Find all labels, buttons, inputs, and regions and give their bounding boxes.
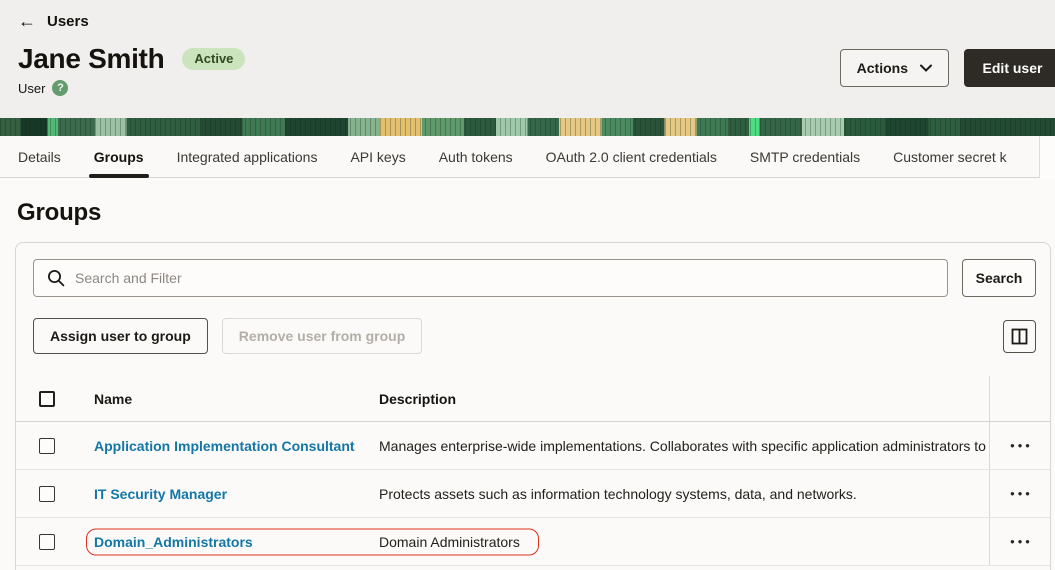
- column-header-actions: [989, 376, 1050, 421]
- help-icon[interactable]: ?: [52, 80, 68, 96]
- edit-user-button[interactable]: Edit user: [964, 49, 1055, 87]
- decorative-banner: [0, 118, 1055, 136]
- row-checkbox-cell: [16, 438, 94, 454]
- row-menu-icon[interactable]: •••: [1007, 439, 1033, 452]
- tab-smtp-credentials[interactable]: SMTP credentials: [750, 138, 860, 176]
- row-checkbox-cell: [16, 486, 94, 502]
- manage-columns-button[interactable]: [1003, 320, 1036, 353]
- tab-oauth-2-0-client-credentials[interactable]: OAuth 2.0 client credentials: [546, 138, 717, 176]
- back-arrow-icon: ←: [18, 12, 36, 30]
- tab-list: Details Groups Integrated applications API …: [18, 138, 1007, 176]
- tab-auth-tokens[interactable]: Auth tokens: [439, 138, 513, 176]
- group-name-cell: IT Security Manager: [94, 486, 379, 502]
- row-checkbox[interactable]: [39, 438, 55, 454]
- row-actions-cell: •••: [989, 470, 1050, 517]
- row-menu-icon[interactable]: •••: [1007, 487, 1033, 500]
- assign-user-to-group-button[interactable]: Assign user to group: [33, 318, 208, 354]
- user-type-label: User: [18, 81, 45, 96]
- user-detail-page: ← Users Jane Smith Active User ? Actions…: [0, 0, 1055, 570]
- group-description-cell: Protects assets such as information tech…: [379, 486, 989, 502]
- section-title: Groups: [17, 199, 1055, 227]
- row-actions-cell: •••: [989, 422, 1050, 469]
- row-menu-icon[interactable]: •••: [1007, 535, 1033, 548]
- column-header-description: Description: [379, 391, 989, 407]
- groups-table: Name Description Application Implementat…: [16, 376, 1050, 566]
- group-name-link[interactable]: IT Security Manager: [94, 486, 227, 502]
- group-description-cell: Manages enterprise-wide implementations.…: [379, 438, 989, 454]
- group-name-cell: Domain_Administrators: [94, 534, 379, 550]
- tab-api-keys[interactable]: API keys: [350, 138, 405, 176]
- table-row: IT Security Manager Protects assets such …: [16, 470, 1050, 518]
- tab-customer-secret-k[interactable]: Customer secret k: [893, 138, 1007, 176]
- search-row: Search: [16, 243, 1050, 297]
- group-description-cell: Domain Administrators: [379, 534, 989, 550]
- breadcrumb-back-users[interactable]: ← Users: [18, 12, 89, 30]
- tab-details[interactable]: Details: [18, 138, 61, 176]
- tab-bar: Details Groups Integrated applications API …: [0, 136, 1055, 178]
- remove-user-from-group-button[interactable]: Remove user from group: [222, 318, 422, 354]
- group-name-link[interactable]: Domain_Administrators: [94, 534, 253, 550]
- status-badge: Active: [182, 48, 245, 70]
- group-name-cell: Application Implementation Consultant: [94, 438, 379, 454]
- group-name-link[interactable]: Application Implementation Consultant: [94, 438, 355, 454]
- search-box: [33, 259, 948, 297]
- row-checkbox[interactable]: [39, 534, 55, 550]
- row-checkbox-cell: [16, 534, 94, 550]
- tab-groups[interactable]: Groups: [94, 138, 144, 176]
- groups-panel: Search Assign user to group Remove user …: [15, 242, 1051, 570]
- page-title: Jane Smith: [18, 43, 164, 75]
- chevron-down-icon: [920, 64, 932, 72]
- header-checkbox-cell: [16, 391, 94, 407]
- row-checkbox[interactable]: [39, 486, 55, 502]
- row-actions-cell: •••: [989, 518, 1050, 565]
- actions-dropdown-button[interactable]: Actions: [840, 49, 949, 87]
- table-row: Domain_Administrators Domain Administrato…: [16, 518, 1050, 566]
- table-toolbar: Assign user to group Remove user from gr…: [16, 297, 1050, 354]
- search-input[interactable]: [33, 259, 948, 297]
- actions-button-label: Actions: [857, 60, 908, 76]
- breadcrumb-label: Users: [47, 13, 89, 30]
- search-icon: [47, 269, 65, 287]
- table-body: Application Implementation Consultant Man…: [16, 422, 1050, 566]
- header-actions: Actions Edit user: [840, 49, 1055, 87]
- table-row: Application Implementation Consultant Man…: [16, 422, 1050, 470]
- select-all-checkbox[interactable]: [39, 391, 55, 407]
- table-header-row: Name Description: [16, 376, 1050, 422]
- page-header: ← Users Jane Smith Active User ? Actions…: [0, 0, 1055, 118]
- search-button[interactable]: Search: [962, 259, 1036, 297]
- main-content: Groups Search Assign user to group Remov…: [0, 199, 1055, 570]
- column-header-name: Name: [94, 391, 379, 407]
- tab-overflow-edge: [1039, 136, 1055, 178]
- tab-integrated-applications[interactable]: Integrated applications: [177, 138, 318, 176]
- columns-icon: [1011, 328, 1028, 345]
